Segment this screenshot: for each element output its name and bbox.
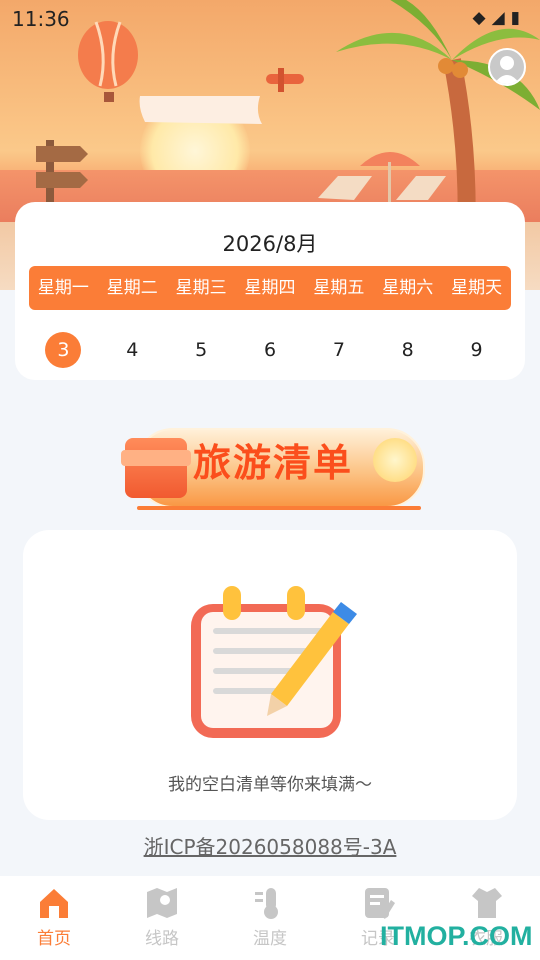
weekday-label: 星期四 bbox=[244, 278, 296, 298]
date-cell[interactable]: 4 bbox=[98, 332, 167, 368]
weekday-label: 星期二 bbox=[106, 278, 158, 298]
date-row: 3 4 5 6 7 8 9 bbox=[29, 332, 511, 368]
banner-underline bbox=[137, 506, 421, 510]
clothes-icon bbox=[472, 888, 502, 918]
date-cell-selected[interactable]: 3 bbox=[29, 332, 98, 368]
thermometer-icon bbox=[255, 888, 278, 919]
signal-icon: ◢ bbox=[491, 8, 511, 28]
tab-temperature[interactable]: 温度 bbox=[230, 886, 310, 956]
status-time: 11:36 bbox=[12, 7, 70, 31]
banner-title: 旅游清单 bbox=[193, 441, 354, 485]
date-cell[interactable]: 5 bbox=[167, 332, 236, 368]
coin-icon bbox=[373, 438, 417, 482]
user-avatar-button[interactable] bbox=[488, 48, 526, 86]
watermark-text: ITMOP.COM bbox=[380, 921, 533, 951]
weekday-header: 星期一 星期二 星期三 星期四 星期五 星期六 星期天 bbox=[29, 266, 511, 310]
user-icon bbox=[494, 56, 520, 84]
date-cell[interactable]: 9 bbox=[442, 332, 511, 368]
tab-label: 首页 bbox=[37, 929, 71, 949]
tab-route[interactable]: 线路 bbox=[122, 886, 202, 956]
empty-checklist-message: 我的空白清单等你来填满～ bbox=[168, 775, 372, 795]
gift-icon bbox=[121, 438, 191, 498]
date-cell[interactable]: 7 bbox=[304, 332, 373, 368]
checklist-card: 我的空白清单等你来填满～ bbox=[23, 530, 517, 820]
selected-date[interactable]: 3 bbox=[45, 332, 82, 368]
date-cell[interactable]: 6 bbox=[236, 332, 305, 368]
weekday-label: 星期一 bbox=[37, 278, 89, 298]
tab-label: 线路 bbox=[145, 929, 179, 949]
battery-icon: ▮ bbox=[510, 8, 526, 28]
home-icon bbox=[40, 889, 68, 918]
map-icon bbox=[147, 888, 177, 918]
weekday-label: 星期天 bbox=[451, 278, 503, 298]
icp-license-link[interactable]: 浙ICP备2026058088号-3A bbox=[0, 831, 540, 860]
notepad-pencil-icon bbox=[191, 586, 357, 738]
tab-home[interactable]: 首页 bbox=[14, 886, 94, 956]
note-icon bbox=[365, 888, 395, 919]
travel-checklist-banner[interactable]: 旅游清单 bbox=[121, 420, 425, 514]
weekday-label: 星期六 bbox=[382, 278, 434, 298]
status-icons: ◆◢▮ bbox=[472, 8, 526, 28]
calendar-month-title: 2026/8月 bbox=[222, 232, 318, 256]
weekday-label: 星期三 bbox=[175, 278, 227, 298]
wifi-icon: ◆ bbox=[472, 8, 492, 28]
date-cell[interactable]: 8 bbox=[373, 332, 442, 368]
tab-label: 温度 bbox=[253, 929, 287, 949]
status-bar: 11:36 ◆◢▮ bbox=[0, 0, 540, 36]
week-calendar-card: 2026/8月 星期一 星期二 星期三 星期四 星期五 星期六 星期天 3 4 … bbox=[15, 202, 525, 380]
weekday-label: 星期五 bbox=[313, 278, 365, 298]
